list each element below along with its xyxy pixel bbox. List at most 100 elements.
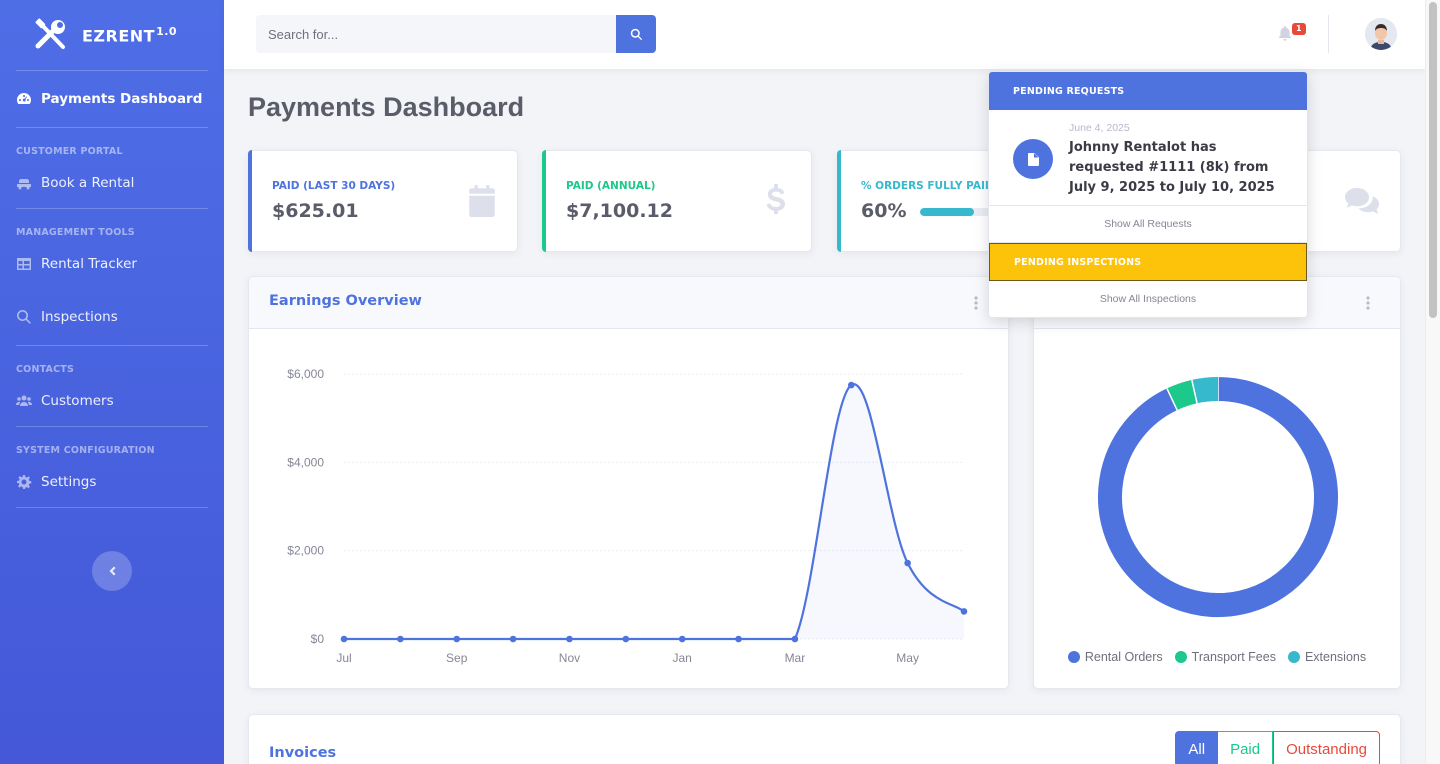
file-icon xyxy=(1013,139,1053,179)
notification-text: Johnny Rentalot has requested #1111 (8k)… xyxy=(1069,140,1275,195)
earnings-overview-card: Earnings Overview $0 $2,000 $4,000 $6,000 Ju… xyxy=(248,276,1009,689)
sidebar-item-inspections[interactable]: Inspections xyxy=(0,289,224,345)
legend-dot xyxy=(1067,651,1080,663)
page-title: Payments Dashboard xyxy=(248,92,525,122)
legend-item: Rental Orders xyxy=(1067,650,1163,664)
avatar[interactable] xyxy=(1365,18,1397,50)
user-avatar-icon xyxy=(1365,18,1397,50)
data-point xyxy=(960,608,968,615)
data-point xyxy=(735,635,742,643)
filter-all-button[interactable]: All xyxy=(1175,731,1219,764)
show-all-requests-link[interactable]: Show All Requests xyxy=(989,206,1307,243)
nav-heading-customer-portal: CUSTOMER PORTAL xyxy=(16,146,123,157)
scrollbar-thumb[interactable] xyxy=(1429,2,1437,318)
brand[interactable]: EZRENT1.0 xyxy=(0,0,224,70)
sidebar-item-customers[interactable]: Customers xyxy=(0,376,224,426)
sidebar-item-payments-dashboard[interactable]: Payments Dashboard xyxy=(0,71,224,127)
comments-icon xyxy=(1344,187,1380,217)
pie-slice xyxy=(1166,379,1198,411)
legend-label: Rental Orders xyxy=(1084,650,1163,664)
data-point xyxy=(847,381,855,389)
data-point xyxy=(397,635,404,643)
sidebar: EZRENT1.0 Payments Dashboard CUSTOMER PO… xyxy=(0,0,224,764)
legend-dot xyxy=(1174,651,1187,663)
table-icon xyxy=(17,258,31,270)
stat-label: PAID (ANNUAL) xyxy=(566,180,656,192)
data-point xyxy=(622,635,630,643)
brand-name: EZRENT1.0 xyxy=(82,24,178,46)
notification-count-badge: 1 xyxy=(1292,23,1306,35)
sidebar-item-label: Settings xyxy=(41,474,97,490)
y-tick-label: $4,000 xyxy=(287,455,324,469)
notifications-dropdown: PENDING REQUESTS June 4, 2025 Johnny Ren… xyxy=(988,71,1308,318)
pending-inspections-header: PENDING INSPECTIONS xyxy=(989,243,1307,281)
sidebar-item-label: Inspections xyxy=(41,309,118,325)
page-scrollbar[interactable] xyxy=(1425,0,1440,764)
gear-icon xyxy=(17,475,32,489)
sidebar-item-label: Customers xyxy=(41,393,114,409)
data-point xyxy=(791,635,799,643)
dollar-icon xyxy=(761,184,791,218)
data-point xyxy=(566,635,573,643)
show-all-inspections-link[interactable]: Show All Inspections xyxy=(989,281,1307,317)
topbar-divider xyxy=(1328,15,1329,53)
nav-heading-contacts: CONTACTS xyxy=(16,364,74,375)
card-accent xyxy=(248,150,252,252)
sidebar-item-label: Rental Tracker xyxy=(41,256,137,272)
y-tick-label: $6,000 xyxy=(287,367,324,381)
sidebar-toggle-button[interactable] xyxy=(92,551,132,591)
data-point xyxy=(904,559,911,567)
stat-value: 60% xyxy=(861,200,907,222)
card-accent xyxy=(837,150,841,252)
x-tick-label: Nov xyxy=(559,651,580,665)
sidebar-item-label: Book a Rental xyxy=(41,175,135,191)
nav-heading-management-tools: MANAGEMENT TOOLS xyxy=(16,227,135,238)
truck-icon xyxy=(17,179,31,190)
y-tick-label: $2,000 xyxy=(287,544,324,558)
data-point xyxy=(678,635,686,643)
earnings-area-chart: $0 $2,000 $4,000 $6,000 Jul Sep Nov Jan Mar May xyxy=(287,367,968,665)
invoice-filter-group: All Paid Outstanding xyxy=(1175,731,1380,764)
search-bar xyxy=(256,15,656,53)
data-point xyxy=(453,635,461,643)
invoices-title: Invoices xyxy=(269,745,337,761)
stat-value: $7,100.12 xyxy=(566,200,673,222)
search-icon xyxy=(630,28,642,40)
bell-icon xyxy=(1279,26,1291,41)
chevron-left-icon xyxy=(109,566,116,576)
request-notification-item[interactable]: June 4, 2025 Johnny Rentalot has request… xyxy=(989,110,1307,206)
x-tick-label: Mar xyxy=(785,651,806,665)
x-tick-label: Jul xyxy=(336,651,351,665)
pie-slice xyxy=(1191,377,1219,404)
filter-paid-button[interactable]: Paid xyxy=(1218,731,1274,764)
sidebar-item-settings[interactable]: Settings xyxy=(0,457,224,507)
search-input[interactable] xyxy=(256,15,616,53)
revenue-doughnut-chart xyxy=(1098,377,1338,617)
users-icon xyxy=(16,395,32,406)
x-tick-label: Sep xyxy=(446,651,468,665)
invoices-card: Invoices All Paid Outstanding xyxy=(248,714,1401,764)
x-tick-label: Jan xyxy=(673,651,692,665)
pending-requests-header: PENDING REQUESTS xyxy=(989,72,1307,110)
legend-item: Transport Fees xyxy=(1174,650,1276,664)
stat-card-paid-30-days: PAID (LAST 30 DAYS) $625.01 xyxy=(248,150,518,252)
sidebar-item-label: Payments Dashboard xyxy=(41,91,203,107)
topbar: 1 xyxy=(224,0,1425,69)
stat-value: $625.01 xyxy=(272,200,359,222)
legend-label: Extensions xyxy=(1304,650,1367,664)
sidebar-item-rental-tracker[interactable]: Rental Tracker xyxy=(0,239,224,289)
legend-dot xyxy=(1287,651,1300,663)
stat-card-paid-annual: PAID (ANNUAL) $7,100.12 xyxy=(542,150,812,252)
data-point xyxy=(340,635,348,643)
card-accent xyxy=(542,150,546,252)
progress-fill xyxy=(920,208,974,216)
nav-heading-system-configuration: SYSTEM CONFIGURATION xyxy=(16,445,155,456)
sidebar-item-book-a-rental[interactable]: Book a Rental xyxy=(0,158,224,208)
tachometer-icon xyxy=(17,93,31,104)
filter-outstanding-button[interactable]: Outstanding xyxy=(1273,731,1380,764)
chart-legend: Rental Orders Transport Fees Extensions xyxy=(1034,650,1400,664)
search-button[interactable] xyxy=(616,15,656,53)
stat-label: PAID (LAST 30 DAYS) xyxy=(272,180,396,192)
x-tick-label: May xyxy=(896,651,919,665)
calendar-icon xyxy=(467,184,497,218)
